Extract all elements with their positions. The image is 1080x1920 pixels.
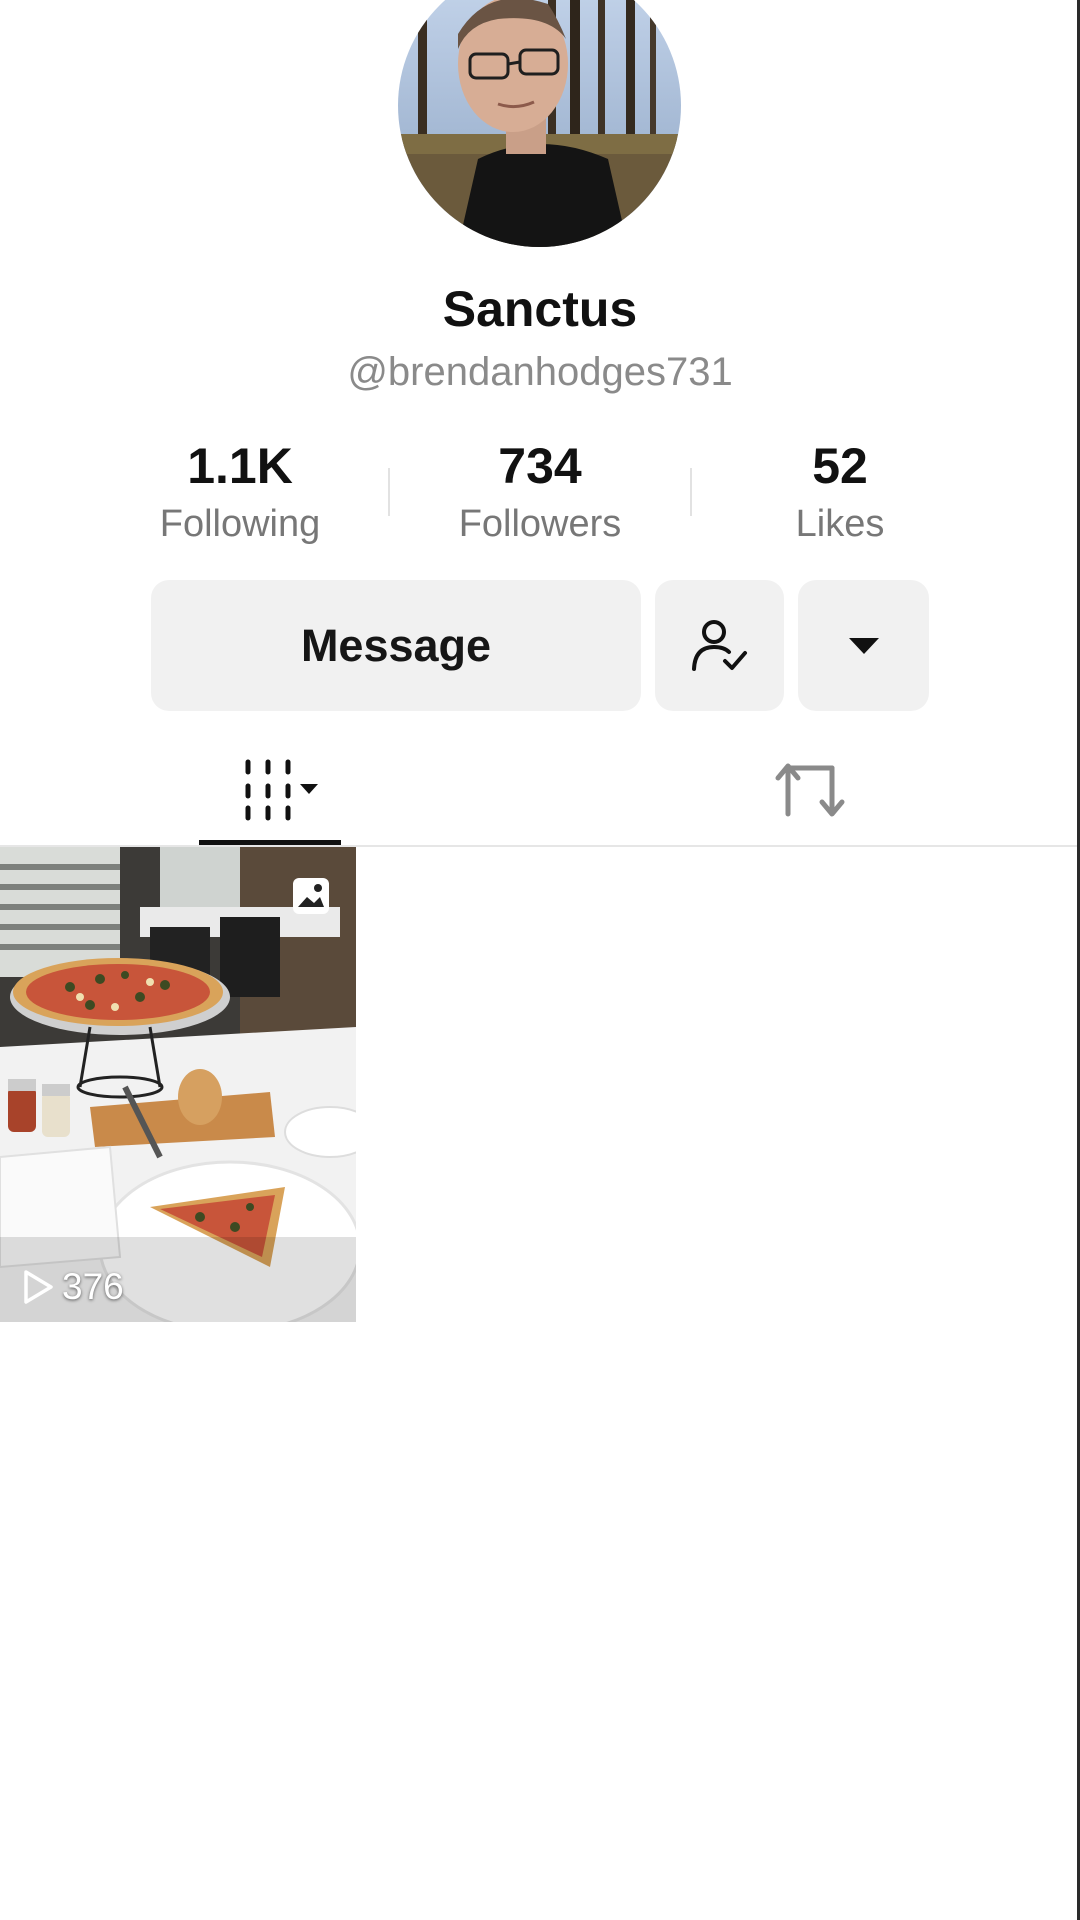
following-status-button[interactable]	[655, 580, 784, 711]
more-options-button[interactable]	[798, 580, 929, 711]
stat-followers-value: 734	[498, 438, 582, 494]
play-outline-icon	[24, 1270, 53, 1304]
stat-following-label: Following	[159, 503, 321, 545]
profile-page: Sanctus @brendanhodges731 1.1K Following…	[0, 0, 1080, 1920]
avatar-photo	[398, 0, 681, 247]
view-count-text: 376	[62, 1266, 124, 1307]
stat-likes-label: Likes	[795, 503, 885, 545]
caret-down-icon	[848, 637, 879, 654]
stat-following-value: 1.1K	[187, 438, 293, 494]
stat-followers[interactable]: 734 Followers	[390, 436, 690, 550]
user-check-icon	[691, 619, 747, 671]
grid-columns-icon	[245, 759, 318, 821]
tab-reposts[interactable]	[760, 740, 860, 840]
tab-videos[interactable]	[199, 740, 341, 840]
stat-followers-label: Followers	[458, 503, 622, 545]
view-count: 376	[22, 1266, 124, 1308]
stat-likes[interactable]: 52 Likes	[690, 436, 990, 550]
post-image	[0, 847, 356, 1322]
post-thumbnail[interactable]: 376	[0, 847, 356, 1322]
message-button[interactable]: Message	[151, 580, 641, 711]
photo-badge-icon	[293, 878, 329, 914]
profile-avatar[interactable]	[398, 0, 681, 247]
repost-icon	[775, 763, 845, 817]
stat-following[interactable]: 1.1K Following	[90, 436, 390, 550]
username-handle: @brendanhodges731	[347, 350, 733, 394]
stat-likes-value: 52	[812, 438, 868, 494]
chevron-down-icon	[300, 784, 318, 794]
display-name: Sanctus	[442, 281, 638, 337]
